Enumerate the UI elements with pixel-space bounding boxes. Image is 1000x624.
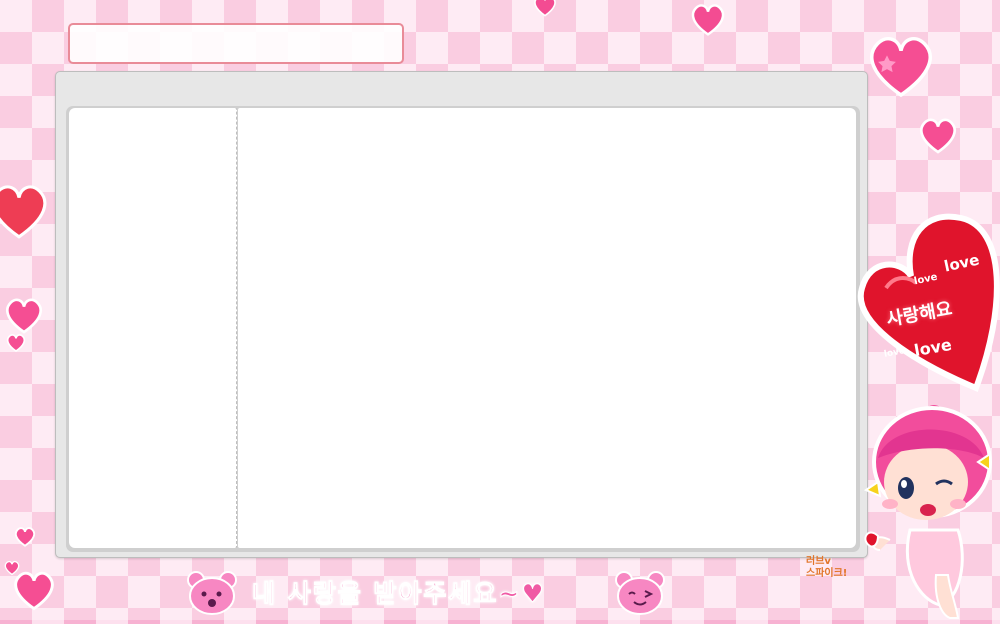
heart-icon	[12, 568, 56, 614]
heart-icon	[530, 0, 560, 18]
signature: 러브v 스파이크!	[806, 556, 847, 580]
bear-face-icon	[186, 570, 238, 620]
heart-icon	[14, 526, 36, 548]
main-frame	[55, 71, 868, 558]
girl-character-icon	[850, 400, 1000, 620]
signature-line: 러브v	[806, 556, 831, 567]
left-page[interactable]	[69, 108, 237, 548]
heart-icon	[6, 333, 26, 353]
title-input-box[interactable]	[68, 23, 404, 64]
right-page[interactable]	[238, 108, 856, 548]
banner-message: 내 사랑을 받아주세요~♥	[252, 579, 546, 609]
love-heart-sticker: love love 사랑해요 love love	[856, 198, 1000, 398]
bottom-banner: 내 사랑을 받아주세요~♥	[186, 568, 666, 618]
book-panel	[66, 106, 860, 552]
heart-icon	[4, 296, 44, 336]
bear-face-icon	[614, 570, 666, 620]
heart-icon	[0, 176, 50, 248]
heart-icon	[862, 32, 940, 102]
signature-line: 스파이크!	[806, 568, 848, 579]
heart-icon	[688, 2, 728, 38]
heart-icon	[918, 116, 958, 156]
